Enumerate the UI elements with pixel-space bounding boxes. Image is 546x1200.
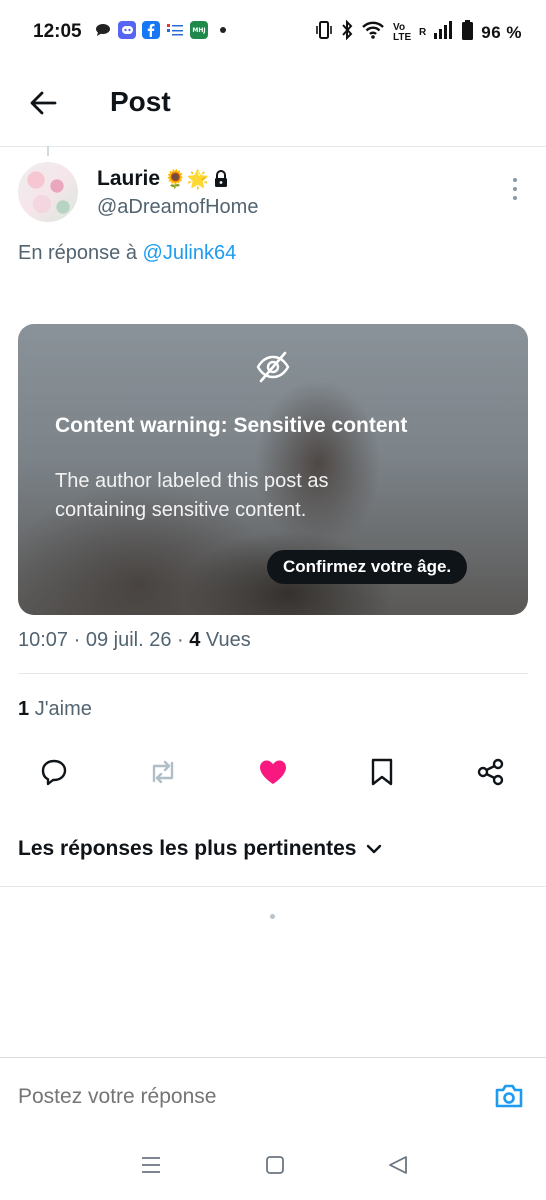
reply-mention-link[interactable]: @Julink64 <box>143 242 237 264</box>
bookmark-button[interactable] <box>366 756 398 788</box>
repost-icon <box>152 760 174 784</box>
wifi-icon <box>361 20 385 45</box>
list-app-icon <box>166 21 184 39</box>
author-emojis: 🌻🌟 <box>164 168 209 189</box>
page-title: Post <box>110 86 171 117</box>
sensitive-media-card[interactable]: Content warning: Sensitive content The a… <box>18 324 528 615</box>
facebook-icon <box>142 21 160 39</box>
battery-icon <box>462 20 474 45</box>
notification-icons: MHJ <box>94 21 232 39</box>
vibrate-icon <box>315 20 333 45</box>
green-app-text: MHJ <box>192 26 206 34</box>
chat-icon <box>94 21 112 39</box>
post-metadata: 10:07 · 09 juil. 26 · 4 Vues <box>18 629 251 652</box>
status-bar: 12:05 MHJ Vo LTE R 96 % <box>0 0 546 64</box>
discord-icon <box>118 21 136 39</box>
green-app-icon: MHJ <box>190 21 208 39</box>
post-timestamp: 10:07 · 09 juil. 26 · <box>18 629 184 651</box>
home-icon <box>266 1156 284 1174</box>
chevron-down-icon <box>367 844 382 854</box>
signal-icon <box>434 21 454 44</box>
bluetooth-icon <box>341 19 353 45</box>
views-label: Vues <box>205 629 251 651</box>
back-icon <box>389 1156 407 1174</box>
home-button[interactable] <box>262 1152 288 1178</box>
network-label: Vo LTE <box>393 21 412 43</box>
recents-button[interactable] <box>138 1152 164 1178</box>
author-handle[interactable]: @aDreamofHome <box>97 196 258 219</box>
repost-button[interactable] <box>147 756 179 788</box>
top-app-bar: Post <box>0 64 546 147</box>
arrow-left-icon <box>30 91 57 115</box>
back-button[interactable] <box>26 86 60 120</box>
heart-icon <box>260 760 286 784</box>
reply-input[interactable] <box>18 1085 438 1109</box>
avatar[interactable] <box>18 162 78 222</box>
divider <box>18 673 528 674</box>
bookmark-icon <box>371 758 393 786</box>
sort-label: Les réponses les plus pertinentes <box>18 837 357 860</box>
post-actions <box>0 756 546 800</box>
lock-icon <box>214 170 227 187</box>
system-nav-bar <box>0 1126 546 1200</box>
likes-summary[interactable]: 1 J'aime <box>18 698 92 721</box>
status-time: 12:05 <box>33 21 82 42</box>
like-button[interactable] <box>257 756 289 788</box>
reply-button[interactable] <box>38 756 70 788</box>
dot-icon <box>214 21 232 39</box>
confirm-age-button[interactable]: Confirmez votre âge. <box>267 550 468 584</box>
divider <box>0 886 546 887</box>
roaming-label: R <box>419 27 427 38</box>
thread-connector <box>47 146 49 156</box>
nav-back-button[interactable] <box>385 1152 411 1178</box>
content-warning-text: The author labeled this post as containi… <box>55 470 329 521</box>
more-options-icon[interactable] <box>506 178 524 200</box>
author-display-name: Laurie <box>97 167 161 190</box>
camera-button[interactable] <box>493 1080 525 1112</box>
author-name[interactable]: Laurie 🌻🌟 <box>97 167 229 191</box>
views-count: 4 <box>189 629 201 651</box>
share-icon <box>477 758 504 786</box>
reply-prefix: En réponse à <box>18 242 137 264</box>
loading-indicator <box>270 914 275 919</box>
system-status: Vo LTE R 96 % <box>315 19 522 45</box>
camera-icon <box>495 1084 523 1108</box>
likes-count: 1 <box>18 698 30 720</box>
content-warning-title: Content warning: Sensitive content <box>55 414 408 437</box>
reply-composer <box>0 1057 546 1127</box>
replies-sort-dropdown[interactable]: Les réponses les plus pertinentes <box>18 837 382 861</box>
recents-icon <box>142 1157 160 1173</box>
reply-icon <box>41 759 67 786</box>
likes-label: J'aime <box>34 698 92 720</box>
reply-context: En réponse à @Julink64 <box>18 242 236 265</box>
eye-off-icon <box>256 351 290 383</box>
battery-percent: 96 % <box>481 22 522 42</box>
share-button[interactable] <box>475 756 507 788</box>
